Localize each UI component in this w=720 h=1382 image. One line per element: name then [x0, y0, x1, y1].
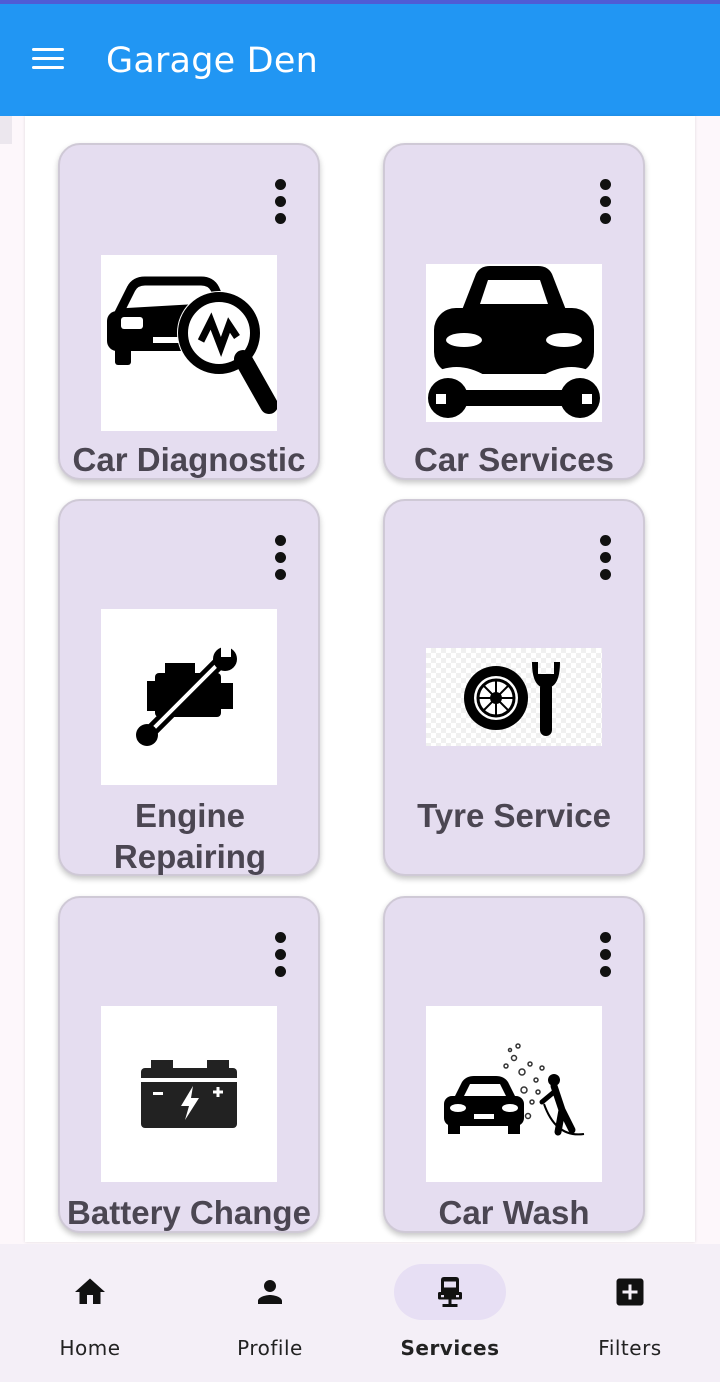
- more-options-icon[interactable]: [272, 928, 288, 984]
- service-card-battery-change[interactable]: Battery Change: [58, 896, 320, 1233]
- service-label: Tyre Service: [417, 797, 611, 834]
- service-card-car-services[interactable]: Car Services: [383, 143, 645, 480]
- service-label: Car Services: [414, 441, 614, 478]
- service-label: Car Wash: [438, 1194, 590, 1231]
- car-seat-icon: [438, 1277, 462, 1307]
- car-wash-icon: [426, 1006, 602, 1182]
- engine-repair-icon: [101, 609, 277, 785]
- app-title: Garage Den: [106, 41, 318, 81]
- service-card-engine-repairing[interactable]: Engine Repairing: [58, 499, 320, 876]
- service-label: Battery Change: [67, 1194, 311, 1231]
- person-icon: [258, 1280, 282, 1304]
- services-panel: Car Diagnostic Car Services Engine Repai…: [25, 116, 695, 1242]
- add-box-icon: [616, 1278, 644, 1306]
- app-bar: Garage Den: [0, 4, 720, 116]
- nav-pill: [214, 1264, 326, 1320]
- nav-item-filters[interactable]: Filters: [540, 1244, 720, 1382]
- battery-icon: [101, 1006, 277, 1182]
- nav-label: Filters: [598, 1336, 662, 1360]
- more-options-icon[interactable]: [597, 531, 613, 587]
- nav-label: Services: [400, 1336, 500, 1360]
- services-grid: Car Diagnostic Car Services Engine Repai…: [25, 116, 695, 1242]
- drawer-edge: [0, 116, 12, 144]
- service-card-tyre-service[interactable]: Tyre Service: [383, 499, 645, 876]
- nav-label: Profile: [237, 1336, 303, 1360]
- car-service-icon: [426, 264, 602, 422]
- nav-pill: [574, 1264, 686, 1320]
- service-card-car-wash[interactable]: Car Wash: [383, 896, 645, 1233]
- service-label: Engine Repairing: [113, 797, 267, 875]
- service-card-car-diagnostic[interactable]: Car Diagnostic: [58, 143, 320, 480]
- more-options-icon[interactable]: [272, 531, 288, 587]
- more-options-icon[interactable]: [272, 175, 288, 231]
- service-label: Car Diagnostic: [72, 441, 306, 478]
- more-options-icon[interactable]: [597, 928, 613, 984]
- nav-pill: [34, 1264, 146, 1320]
- nav-label: Home: [59, 1336, 121, 1360]
- nav-pill-active: [394, 1264, 506, 1320]
- car-diagnostic-icon: [101, 255, 277, 431]
- home-icon: [75, 1278, 105, 1304]
- nav-item-services[interactable]: Services: [360, 1244, 540, 1382]
- nav-item-home[interactable]: Home: [0, 1244, 180, 1382]
- menu-icon[interactable]: [30, 46, 68, 72]
- nav-item-profile[interactable]: Profile: [180, 1244, 360, 1382]
- tyre-service-icon: [426, 648, 602, 746]
- more-options-icon[interactable]: [597, 175, 613, 231]
- bottom-navigation: Home Profile Services Filters: [0, 1244, 720, 1382]
